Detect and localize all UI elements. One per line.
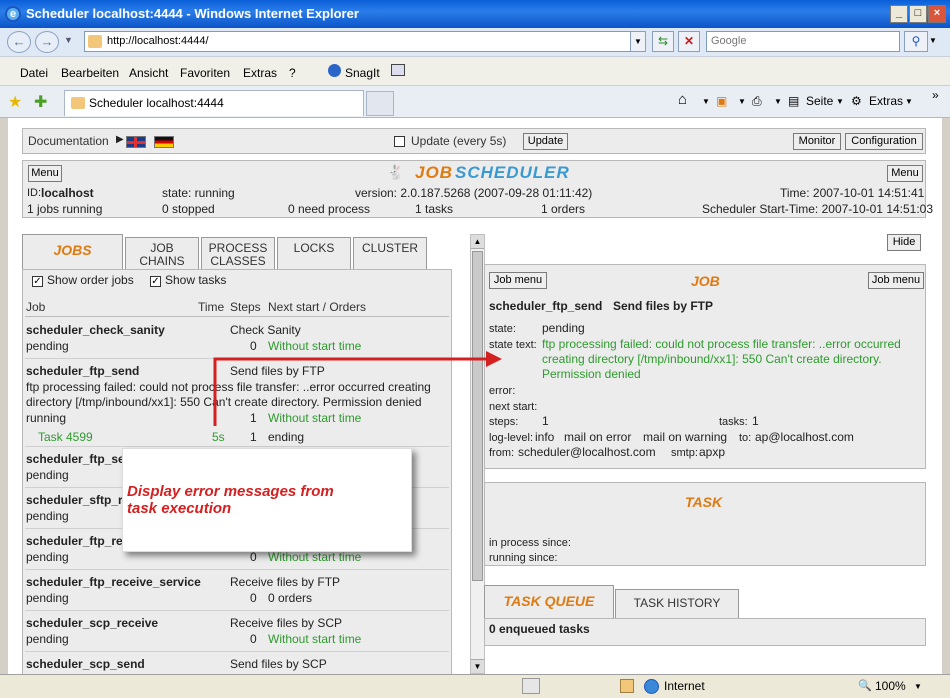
seite-menu[interactable]: Seite (806, 94, 833, 108)
extras-dropdown-icon[interactable]: ▼ (905, 97, 913, 106)
tab-title: Scheduler localhost:4444 (89, 96, 224, 110)
zoom-level[interactable]: 100% (875, 679, 906, 693)
search-dropdown-icon[interactable]: ▼ (929, 36, 937, 45)
tab-bar: ★ ✚ Scheduler localhost:4444 ⌂ ▼ ▣ ▼ ⎙ ▼… (0, 86, 950, 118)
print-dropdown-icon[interactable]: ▼ (774, 97, 782, 106)
favorites-star-icon[interactable]: ★ (8, 92, 22, 112)
snagit-button[interactable]: SnagIt (345, 66, 380, 80)
tab-favicon-icon (71, 97, 85, 109)
snagit-icon (328, 64, 341, 77)
menu-datei[interactable]: Datei (20, 66, 48, 80)
status-panel-icon (522, 678, 540, 694)
chevron-more-icon[interactable]: » (932, 88, 939, 102)
lock-icon (620, 679, 634, 693)
history-dropdown-icon[interactable]: ▼ (64, 35, 73, 45)
menu-favoriten[interactable]: Favoriten (180, 66, 230, 80)
gear-icon: ⚙ (851, 94, 862, 108)
feeds-icon[interactable]: ▣ (716, 94, 727, 108)
menu-bearbeiten[interactable]: Bearbeiten (61, 66, 119, 80)
home-dropdown-icon[interactable]: ▼ (702, 97, 710, 106)
maximize-icon[interactable]: □ (909, 5, 927, 23)
arrow-head (486, 351, 502, 367)
address-toolbar: ← → ▼ http://localhost:4444/ ▼ ⇆ ✕ Googl… (0, 28, 950, 56)
search-input[interactable]: Google (706, 31, 900, 52)
menu-bar: Datei Bearbeiten Ansicht Favoriten Extra… (0, 56, 950, 86)
menu-help[interactable]: ? (289, 66, 296, 80)
page-content: Documentation ▶ Update (every 5s) Update… (8, 118, 942, 674)
address-dropdown-icon[interactable]: ▼ (630, 31, 646, 52)
address-bar[interactable]: http://localhost:4444/ (84, 31, 646, 52)
feeds-dropdown-icon[interactable]: ▼ (738, 97, 746, 106)
print-icon[interactable]: ⎙ (752, 94, 762, 109)
add-favorite-icon[interactable]: ✚ (34, 92, 47, 112)
search-icon[interactable]: ⚲ (904, 31, 928, 52)
stop-icon[interactable]: ✕ (678, 31, 700, 52)
home-icon[interactable]: ⌂ (678, 91, 687, 108)
address-url: http://localhost:4444/ (107, 35, 209, 47)
back-icon[interactable]: ← (7, 31, 31, 53)
menu-extras[interactable]: Extras (243, 66, 277, 80)
globe-icon (644, 679, 659, 694)
annotation-arrow (213, 351, 502, 426)
forward-icon[interactable]: → (35, 31, 59, 53)
snagit-capture-icon[interactable] (391, 64, 405, 76)
seite-dropdown-icon[interactable]: ▼ (836, 97, 844, 106)
zone-label: Internet (664, 679, 705, 693)
browser-tab-scheduler[interactable]: Scheduler localhost:4444 (64, 90, 364, 116)
new-tab-button[interactable] (366, 91, 394, 116)
ie-logo-icon: e (5, 6, 21, 22)
minimize-icon[interactable]: _ (890, 5, 908, 23)
status-bar: Internet 🔍 100% ▼ (0, 674, 950, 698)
window-title-bar: e Scheduler localhost:4444 - Windows Int… (0, 0, 950, 28)
close-icon[interactable]: × (928, 5, 946, 23)
window-title: Scheduler localhost:4444 - Windows Inter… (26, 6, 359, 21)
zoom-dropdown-icon[interactable]: ▼ (914, 682, 922, 691)
page-icon: ▤ (788, 94, 800, 108)
arrow-line (213, 357, 486, 426)
site-favicon-icon (88, 35, 102, 48)
extras-menu[interactable]: Extras (869, 94, 903, 108)
refresh-icon[interactable]: ⇆ (652, 31, 674, 52)
menu-ansicht[interactable]: Ansicht (129, 66, 168, 80)
zoom-icon: 🔍 (858, 680, 872, 692)
